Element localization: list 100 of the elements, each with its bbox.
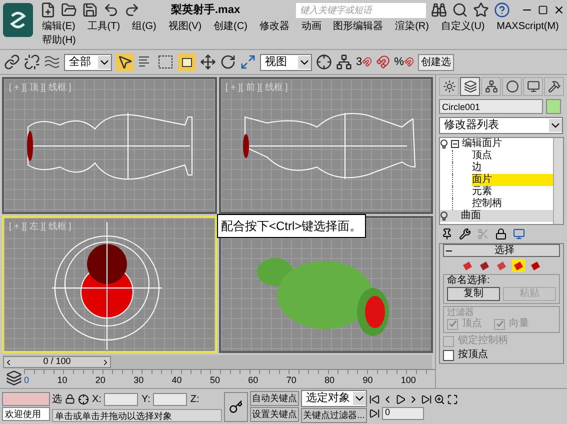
selection-filter-dropdown[interactable]: 全部 — [64, 54, 112, 70]
window-title: 梨英射手.max — [171, 2, 242, 18]
zoom-icon[interactable] — [434, 394, 445, 404]
rollout-button[interactable]: 复制 — [447, 287, 500, 301]
key-button[interactable] — [224, 392, 248, 422]
select-tool-icon[interactable] — [116, 53, 134, 71]
pin-icon[interactable] — [441, 228, 453, 240]
y-field[interactable] — [153, 392, 188, 406]
wave-icon[interactable] — [44, 54, 60, 70]
collapse-icon[interactable] — [451, 140, 459, 148]
link-icon[interactable] — [4, 54, 20, 70]
app-logo-icon[interactable] — [3, 3, 33, 37]
command-panel-tab[interactable] — [460, 77, 480, 96]
timeline-tick-label: 20 — [95, 374, 106, 387]
object-name-field[interactable]: Circle001 — [439, 99, 543, 114]
redo-icon[interactable] — [124, 2, 140, 18]
stack-subitem[interactable]: 面片 — [472, 174, 553, 186]
menu-item[interactable]: 图形编辑器 — [331, 20, 386, 34]
timeline-tick-label: 0 — [24, 374, 30, 387]
scrollbar[interactable] — [553, 138, 563, 224]
lightbulb-icon[interactable] — [440, 211, 448, 221]
wrench-icon[interactable] — [459, 228, 471, 240]
x-field[interactable] — [104, 392, 138, 406]
open-folder-icon[interactable] — [61, 2, 77, 18]
menu-item[interactable]: 工具(T) — [85, 20, 122, 34]
magnet-icon — [404, 57, 414, 67]
stack-item[interactable]: 编辑面片 — [462, 138, 502, 150]
set-key-button[interactable]: 设置关键点 — [250, 407, 299, 422]
time-slider[interactable]: 0 / 100 — [3, 355, 432, 369]
auto-key-button[interactable]: 自动关键点 — [250, 391, 299, 406]
binoculars-icon[interactable] — [431, 2, 447, 18]
coordinate-system-dropdown[interactable]: 视图 — [260, 54, 312, 70]
lightbulb-icon[interactable] — [440, 139, 448, 149]
check-icon — [448, 320, 456, 328]
menu-item[interactable]: 动画 — [299, 20, 324, 34]
menu-item[interactable]: 自定义(U) — [438, 20, 487, 34]
timeline-tick-label: 70 — [286, 374, 296, 387]
checkbox[interactable] — [443, 350, 454, 360]
search-field[interactable]: 键入关键字或短语 — [296, 2, 426, 18]
angle-snap-icon[interactable] — [376, 55, 390, 69]
play-icon[interactable] — [395, 394, 406, 404]
rotate-icon[interactable] — [220, 54, 236, 70]
time-slider-thumb[interactable]: 0 / 100 — [3, 356, 111, 368]
scale-icon[interactable] — [240, 54, 256, 70]
welcome-field[interactable]: 欢迎使用 — [2, 407, 50, 421]
rollout-header[interactable]: 选择 — [443, 244, 560, 257]
object-color-swatch[interactable] — [546, 99, 561, 114]
snap-toggle[interactable]: 3 — [356, 54, 372, 70]
key-filters-button[interactable]: 关键点过滤器... — [301, 408, 367, 423]
help-icon[interactable] — [494, 2, 510, 18]
percent-snap-toggle[interactable]: % — [394, 54, 414, 70]
lock-icon[interactable] — [495, 228, 507, 240]
menu-item[interactable]: 渲染(R) — [393, 20, 431, 34]
rectangle-selection-icon[interactable] — [158, 54, 174, 70]
stack-subitem[interactable]: 边 — [472, 162, 553, 174]
move-icon[interactable] — [200, 54, 216, 70]
command-panel-tab[interactable] — [439, 77, 459, 96]
window-crossing-toggle[interactable] — [178, 53, 196, 71]
command-panel-tab[interactable] — [544, 77, 564, 96]
menu-item[interactable]: 视图(V) — [166, 20, 204, 34]
save-icon[interactable] — [82, 2, 98, 18]
stack-subitem[interactable]: 元素 — [472, 186, 553, 198]
timeline-tick-label: 90 — [362, 374, 373, 387]
key-mode-dropdown[interactable]: 选定对象 — [301, 390, 367, 407]
command-panel-tab[interactable] — [502, 77, 522, 96]
search-icon[interactable] — [452, 2, 468, 18]
menu-item[interactable]: 修改器 — [257, 20, 292, 34]
script-listener-swatch[interactable] — [2, 392, 50, 406]
unlink-icon[interactable] — [24, 54, 40, 70]
current-frame-field[interactable]: 0 — [382, 406, 424, 420]
zoom-extents-icon[interactable] — [447, 394, 458, 404]
close-icon[interactable] — [553, 4, 565, 16]
command-panel-tab[interactable] — [481, 77, 501, 96]
command-panel-tab[interactable] — [523, 77, 543, 96]
group-label: 命名选择: — [447, 275, 491, 287]
stack-subitem[interactable]: 控制柄 — [472, 198, 553, 210]
coordinate-label: X: — [92, 392, 102, 406]
lock-icon[interactable] — [65, 394, 75, 404]
maximize-icon[interactable] — [538, 5, 548, 15]
selection-lock-label: 选 — [52, 392, 62, 406]
named-selection-field[interactable]: 创建选 — [418, 54, 454, 70]
go-to-end-icon[interactable] — [421, 394, 432, 404]
coordinate-label: Y: — [141, 392, 150, 406]
new-file-icon[interactable] — [40, 2, 56, 18]
menu-item[interactable]: 帮助(H) — [40, 34, 78, 48]
callout-tooltip: 配合按下<Ctrl>键选择面。 — [217, 214, 366, 238]
circle-icon — [506, 80, 518, 93]
menu-item[interactable]: 编辑(E) — [40, 20, 78, 34]
undo-icon[interactable] — [103, 2, 119, 18]
go-to-start-icon[interactable] — [369, 394, 380, 404]
timeline-tick-label: 60 — [248, 374, 258, 387]
menu-item[interactable]: 组(G) — [130, 20, 158, 34]
modifier-list-dropdown[interactable]: 修改器列表 — [439, 117, 563, 134]
timeline-tick-label: 80 — [324, 374, 335, 387]
menu-item[interactable]: 创建(C) — [212, 20, 250, 34]
subobject-icon[interactable] — [512, 259, 525, 272]
star-icon[interactable] — [473, 2, 489, 18]
menu-item[interactable]: MAXScript(M) — [494, 20, 561, 34]
sun-icon — [442, 80, 456, 93]
stack-subitem[interactable]: 顶点 — [472, 150, 553, 162]
